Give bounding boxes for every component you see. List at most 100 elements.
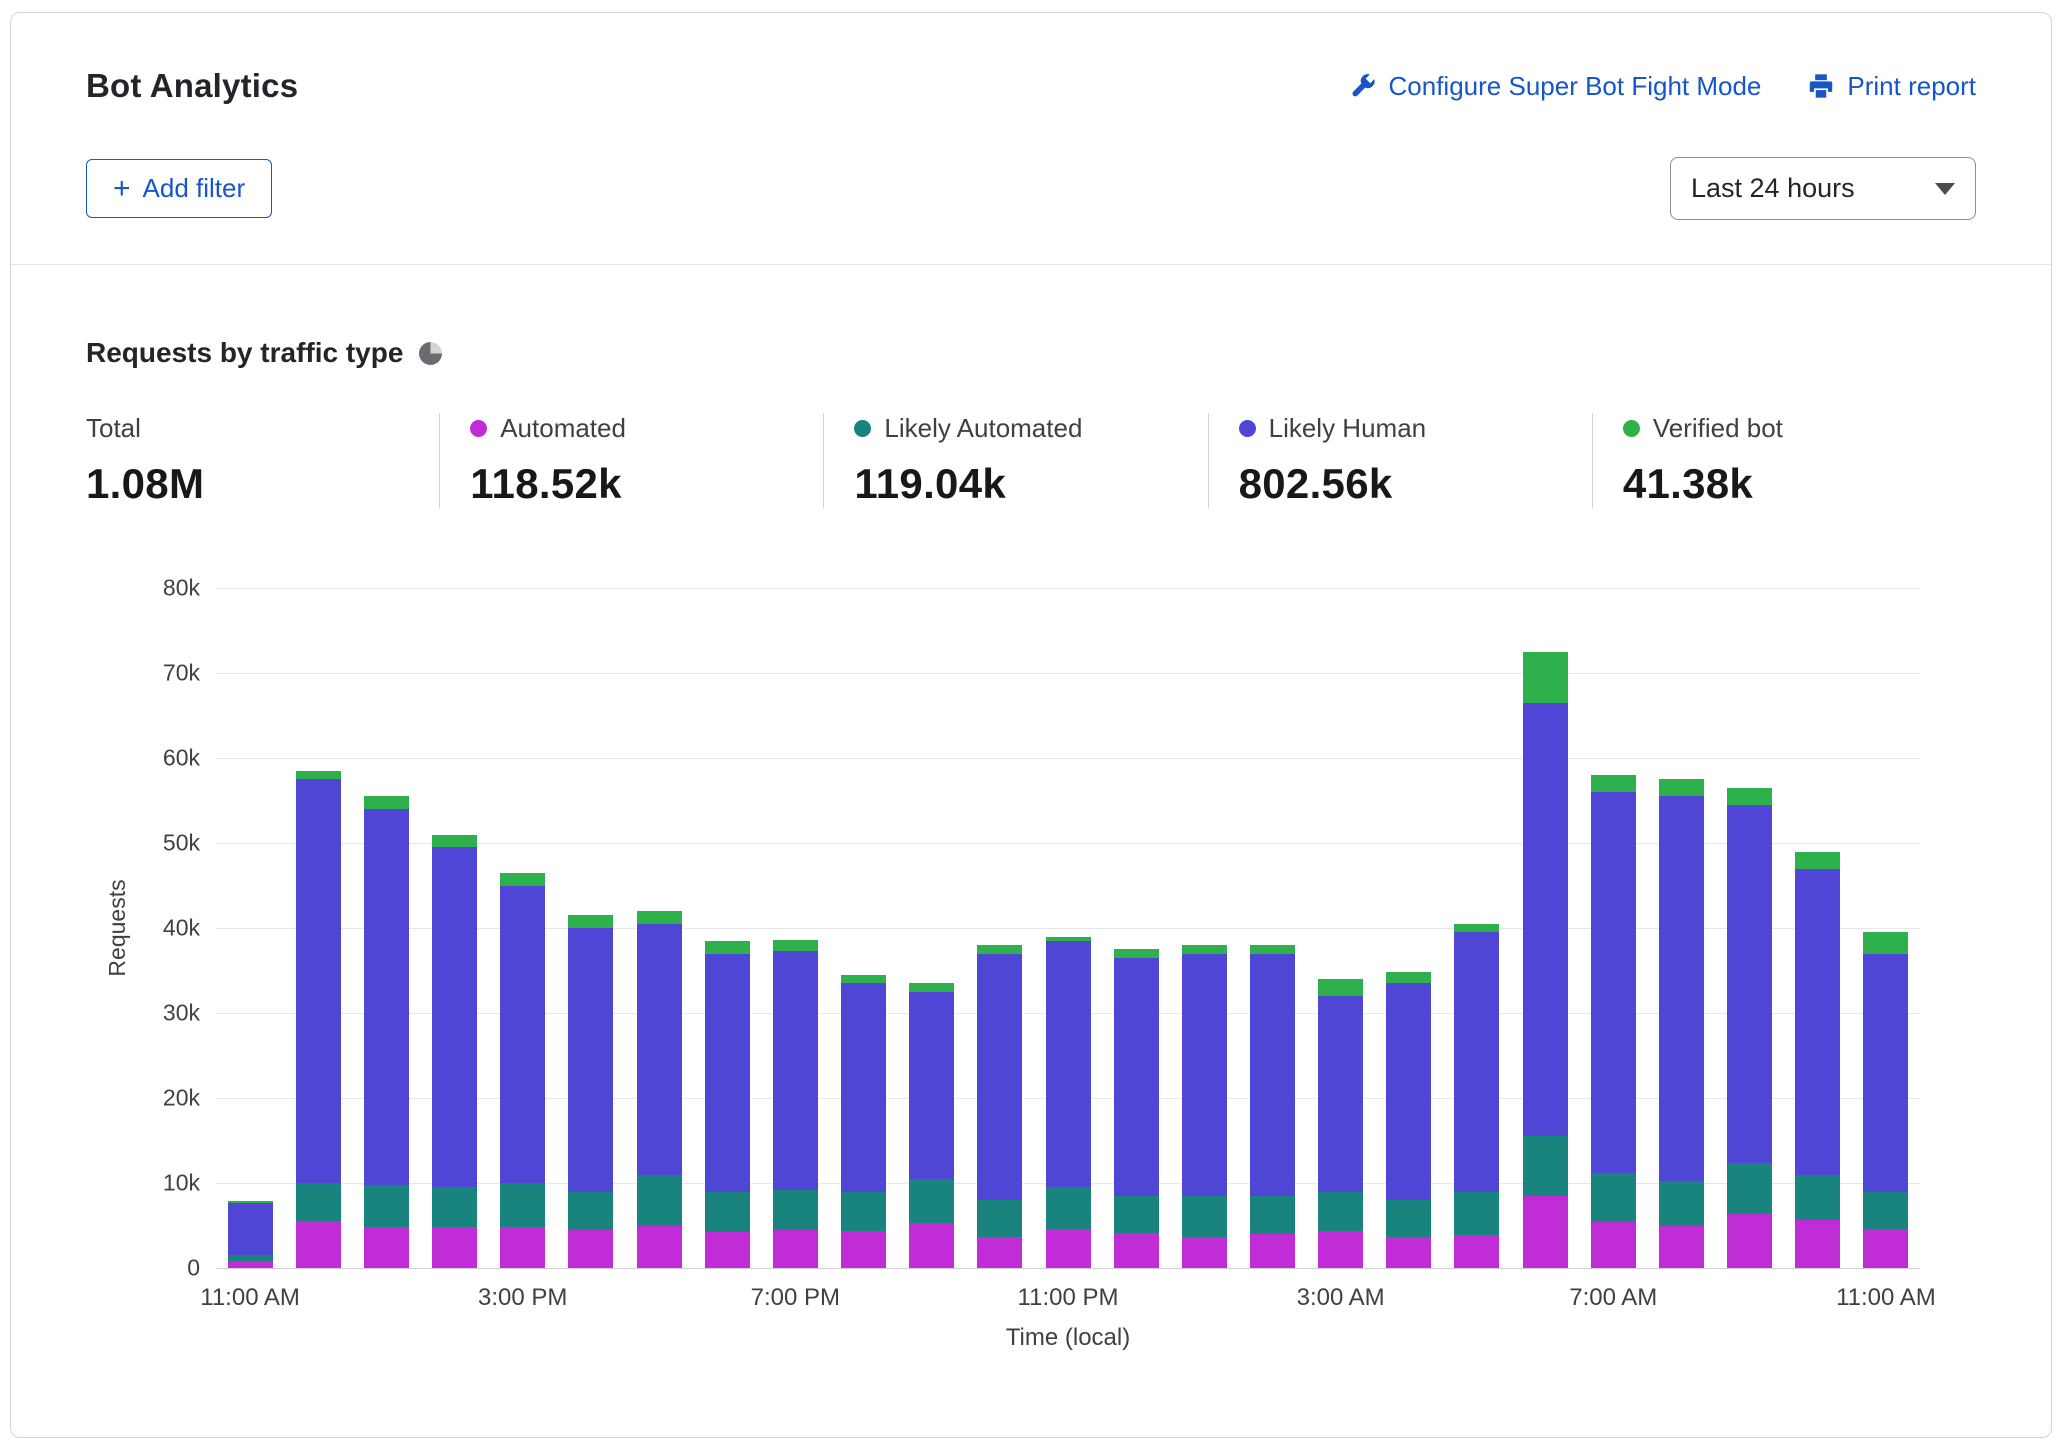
bar-segment-likely-human[interactable] (704, 953, 750, 1192)
bar-segment-likely-human[interactable] (1795, 868, 1841, 1175)
bar-segment-automated[interactable] (1658, 1225, 1704, 1268)
bar-segment-likely-human[interactable] (1590, 792, 1636, 1173)
bar-segment-likely-human[interactable] (636, 923, 682, 1175)
bar-segment-likely-automated[interactable] (909, 1178, 955, 1223)
bar-segment-likely-human[interactable] (1318, 996, 1364, 1192)
bar-segment-likely-automated[interactable] (1113, 1195, 1159, 1234)
bar-segment-verified-bot[interactable] (1795, 851, 1841, 869)
bar-segment-likely-automated[interactable] (704, 1191, 750, 1233)
bar-segment-verified-bot[interactable] (1113, 949, 1159, 958)
bar-segment-likely-human[interactable] (1045, 940, 1091, 1188)
bar-segment-automated[interactable] (1045, 1228, 1091, 1268)
bar-segment-likely-human[interactable] (1249, 953, 1295, 1196)
bar-segment-automated[interactable] (1863, 1228, 1909, 1268)
bar-segment-likely-human[interactable] (363, 809, 409, 1185)
bar-segment-likely-human[interactable] (432, 847, 478, 1188)
bar-segment-likely-human[interactable] (1727, 804, 1773, 1163)
bar-segment-likely-automated[interactable] (977, 1200, 1023, 1238)
bar-segment-automated[interactable] (432, 1227, 478, 1268)
bar-segment-likely-automated[interactable] (1249, 1195, 1295, 1234)
bar-segment-likely-automated[interactable] (1863, 1191, 1909, 1229)
bar-segment-verified-bot[interactable] (704, 940, 750, 954)
bar-segment-likely-automated[interactable] (227, 1255, 273, 1262)
bar-segment-verified-bot[interactable] (500, 872, 546, 886)
bar-segment-automated[interactable] (1181, 1237, 1227, 1268)
bar-segment-likely-automated[interactable] (1658, 1181, 1704, 1226)
bar-segment-likely-automated[interactable] (1454, 1191, 1500, 1235)
bar-segment-likely-automated[interactable] (1318, 1191, 1364, 1231)
bar-segment-verified-bot[interactable] (1181, 945, 1227, 954)
bar-segment-likely-automated[interactable] (772, 1189, 818, 1230)
bar-segment-automated[interactable] (227, 1261, 273, 1268)
bar-segment-likely-human[interactable] (1522, 702, 1568, 1137)
bar-segment-verified-bot[interactable] (1590, 775, 1636, 792)
bar-segment-automated[interactable] (568, 1229, 614, 1268)
bar-segment-likely-human[interactable] (1113, 957, 1159, 1196)
bar-segment-likely-human[interactable] (500, 885, 546, 1183)
bar-segment-likely-human[interactable] (772, 950, 818, 1190)
bar-segment-likely-automated[interactable] (1590, 1172, 1636, 1223)
bar-segment-likely-automated[interactable] (636, 1174, 682, 1226)
bar-segment-automated[interactable] (363, 1227, 409, 1268)
bar-segment-verified-bot[interactable] (295, 770, 341, 780)
bar-segment-likely-automated[interactable] (568, 1191, 614, 1230)
bar-segment-verified-bot[interactable] (568, 915, 614, 928)
bar-segment-verified-bot[interactable] (432, 834, 478, 848)
configure-super-bot-fight-mode-link[interactable]: Configure Super Bot Fight Mode (1349, 71, 1761, 102)
bar-segment-likely-automated[interactable] (1386, 1200, 1432, 1237)
bar-segment-automated[interactable] (500, 1227, 546, 1268)
bar-segment-automated[interactable] (1386, 1236, 1432, 1268)
bar-segment-verified-bot[interactable] (1658, 779, 1704, 797)
bar-segment-likely-automated[interactable] (432, 1187, 478, 1228)
bar-segment-verified-bot[interactable] (977, 945, 1023, 954)
bar-segment-verified-bot[interactable] (841, 974, 887, 984)
bar-segment-verified-bot[interactable] (909, 983, 955, 992)
bar-segment-automated[interactable] (1522, 1195, 1568, 1268)
bar-segment-verified-bot[interactable] (1249, 945, 1295, 954)
bar-segment-automated[interactable] (841, 1231, 887, 1268)
bar-segment-likely-automated[interactable] (1181, 1195, 1227, 1238)
bar-segment-verified-bot[interactable] (1045, 936, 1091, 941)
bar-segment-automated[interactable] (1113, 1233, 1159, 1268)
bar-segment-likely-human[interactable] (977, 953, 1023, 1200)
bar-segment-likely-automated[interactable] (841, 1191, 887, 1232)
bar-segment-verified-bot[interactable] (772, 939, 818, 951)
bar-segment-likely-automated[interactable] (500, 1183, 546, 1228)
bar-segment-verified-bot[interactable] (1727, 787, 1773, 805)
bar-segment-likely-human[interactable] (227, 1203, 273, 1256)
bar-segment-likely-automated[interactable] (1045, 1187, 1091, 1229)
bar-segment-automated[interactable] (1727, 1213, 1773, 1268)
print-report-link[interactable]: Print report (1807, 71, 1976, 102)
bar-segment-automated[interactable] (1454, 1234, 1500, 1268)
time-range-select[interactable]: Last 24 hours (1670, 157, 1976, 220)
bar-segment-verified-bot[interactable] (1863, 932, 1909, 954)
bar-segment-automated[interactable] (1318, 1230, 1364, 1268)
bar-segment-verified-bot[interactable] (1318, 979, 1364, 996)
bar-segment-automated[interactable] (636, 1225, 682, 1268)
bar-segment-automated[interactable] (772, 1229, 818, 1268)
bar-segment-automated[interactable] (1249, 1234, 1295, 1268)
bar-segment-verified-bot[interactable] (1522, 651, 1568, 703)
bar-segment-likely-human[interactable] (1181, 953, 1227, 1196)
bar-segment-likely-human[interactable] (841, 983, 887, 1192)
bar-segment-likely-automated[interactable] (363, 1184, 409, 1228)
bar-segment-likely-human[interactable] (1658, 796, 1704, 1182)
bar-segment-automated[interactable] (909, 1222, 955, 1268)
bar-segment-likely-human[interactable] (909, 991, 955, 1179)
bar-segment-likely-automated[interactable] (1522, 1136, 1568, 1196)
pie-chart-icon[interactable] (419, 341, 443, 365)
bar-segment-verified-bot[interactable] (1386, 972, 1432, 984)
bar-segment-likely-automated[interactable] (1727, 1162, 1773, 1214)
bar-segment-likely-human[interactable] (1454, 932, 1500, 1192)
bar-segment-verified-bot[interactable] (636, 911, 682, 924)
bar-segment-verified-bot[interactable] (227, 1200, 273, 1204)
bar-segment-likely-human[interactable] (1863, 953, 1909, 1192)
bar-segment-likely-automated[interactable] (295, 1183, 341, 1222)
bar-segment-automated[interactable] (704, 1232, 750, 1268)
bar-segment-likely-human[interactable] (295, 779, 341, 1183)
bar-segment-automated[interactable] (295, 1221, 341, 1268)
bar-segment-automated[interactable] (977, 1237, 1023, 1268)
bar-segment-automated[interactable] (1590, 1222, 1636, 1268)
bar-segment-verified-bot[interactable] (1454, 923, 1500, 933)
add-filter-button[interactable]: + Add filter (86, 159, 273, 218)
